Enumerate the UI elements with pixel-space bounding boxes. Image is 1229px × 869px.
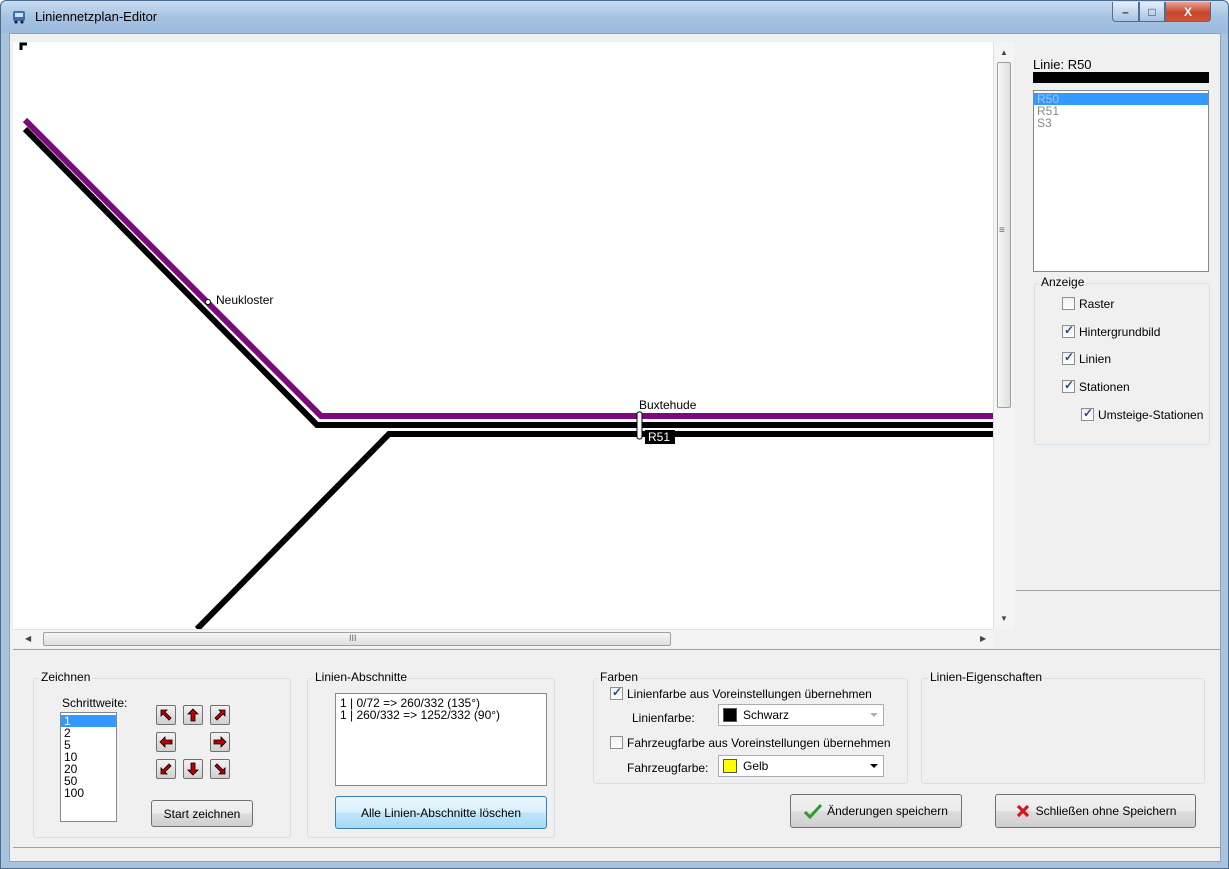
section-list-item[interactable]: 1 | 260/332 => 1252/332 (90°) (336, 709, 546, 721)
move-up-left-button[interactable] (156, 705, 176, 725)
arrow-right-icon (213, 736, 227, 748)
main-window: Liniennetzplan-Editor – □ X Neukloster B… (0, 0, 1229, 869)
abschnitte-group-title: Linien-Abschnitte (313, 670, 410, 684)
title-bar[interactable]: Liniennetzplan-Editor – □ X (1, 1, 1228, 33)
line-color-default-label: Linienfarbe aus Voreinstellungen überneh… (627, 687, 872, 701)
move-left-button[interactable] (156, 732, 176, 752)
arrow-up-left-icon (160, 709, 172, 721)
vehicle-color-default-checkbox[interactable] (610, 736, 623, 749)
vehicle-color-value: Gelb (743, 759, 769, 773)
minimize-button[interactable]: – (1112, 2, 1139, 22)
close-without-saving-button[interactable]: Schließen ohne Speichern (995, 794, 1196, 828)
line-r51[interactable] (194, 431, 993, 629)
farben-group-title: Farben (598, 670, 641, 684)
line-list-item[interactable]: R50 (1034, 93, 1208, 105)
scroll-down-icon[interactable]: ▼ (1000, 614, 1008, 623)
close-button[interactable]: X (1165, 2, 1211, 22)
station-label-buxtehude: Buxtehude (639, 398, 697, 412)
window-title: Liniennetzplan-Editor (35, 9, 158, 24)
arrow-down-icon (187, 762, 199, 776)
line-color-select[interactable]: Schwarz (718, 704, 884, 726)
horizontal-scroll-thumb[interactable]: III (43, 632, 671, 646)
eigenschaften-group-title: Linien-Eigenschaften (928, 670, 1045, 684)
move-down-right-button[interactable] (210, 759, 230, 779)
umsteige-stationen-checkbox[interactable] (1081, 406, 1094, 421)
side-divider (1016, 590, 1220, 591)
line-list-item[interactable]: S3 (1034, 117, 1208, 129)
move-up-right-button[interactable] (210, 705, 230, 725)
arrow-down-right-icon (214, 763, 226, 775)
checkmark-icon (804, 803, 823, 819)
step-list[interactable]: 1 2 5 10 20 50 100 (60, 712, 117, 822)
vertical-scrollbar[interactable]: ▲ ≡ ▼ (993, 42, 1014, 629)
eigenschaften-group (921, 678, 1205, 784)
stationen-label: Stationen (1079, 380, 1130, 394)
move-up-button[interactable] (183, 705, 203, 725)
station-marker-neukloster[interactable] (205, 299, 211, 305)
delete-all-sections-button[interactable]: Alle Linien-Abschnitte löschen (335, 796, 547, 829)
lines-list[interactable]: R50 R51 S3 (1033, 90, 1209, 272)
line-color-default-checkbox[interactable] (610, 685, 623, 700)
vertical-scroll-thumb[interactable]: ≡ (997, 62, 1011, 408)
linien-label: Linien (1079, 352, 1112, 366)
raster-label: Raster (1079, 297, 1115, 311)
line-tag-r51: R51 (648, 430, 670, 444)
vertical-grip-icon: ≡ (999, 225, 1005, 236)
close-button-label: Schließen ohne Speichern (1035, 804, 1177, 818)
vehicle-color-label: Fahrzeugfarbe: (627, 761, 709, 775)
step-list-item[interactable]: 100 (61, 787, 116, 799)
line-color-swatch (723, 708, 737, 722)
bus-icon (13, 11, 25, 24)
scroll-up-icon[interactable]: ▲ (1000, 48, 1008, 57)
stationen-checkbox[interactable] (1062, 378, 1075, 393)
sections-list[interactable]: 1 | 0/72 => 260/332 (135°) 1 | 260/332 =… (335, 693, 547, 786)
linien-checkbox[interactable] (1062, 350, 1075, 365)
hintergrundbild-checkbox[interactable] (1062, 323, 1075, 338)
umsteige-stationen-label: Umsteige-Stationen (1098, 408, 1204, 422)
status-bar (13, 847, 1220, 860)
arrow-down-left-icon (160, 763, 172, 775)
horizontal-scrollbar[interactable]: ◀ III ▶ (13, 629, 993, 648)
red-x-icon (1016, 804, 1029, 818)
horizontal-grip-icon: III (349, 633, 357, 643)
line-color-label: Linienfarbe: (632, 711, 695, 725)
start-drawing-button[interactable]: Start zeichnen (151, 800, 253, 827)
save-button-label: Änderungen speichern (827, 804, 948, 818)
chevron-down-icon (870, 713, 878, 717)
current-line-label: Linie: R50 (1033, 57, 1092, 72)
hintergrundbild-label: Hintergrundbild (1079, 325, 1161, 339)
zeichnen-group-title: Zeichnen (39, 670, 93, 684)
current-line-color-swatch (1033, 72, 1209, 83)
scroll-right-icon[interactable]: ▶ (980, 634, 986, 643)
line-s3[interactable] (22, 117, 993, 419)
maximize-button[interactable]: □ (1139, 2, 1165, 22)
vehicle-color-select[interactable]: Gelb (718, 755, 884, 777)
save-button[interactable]: Änderungen speichern (790, 794, 962, 828)
scroll-left-icon[interactable]: ◀ (25, 634, 31, 643)
move-down-left-button[interactable] (156, 759, 176, 779)
arrow-up-icon (187, 708, 199, 722)
canvas-corner-marker (19, 42, 27, 50)
line-r50[interactable] (22, 126, 993, 428)
line-color-value: Schwarz (743, 708, 790, 722)
arrow-up-right-icon (214, 709, 226, 721)
bottom-divider (13, 649, 1220, 650)
anzeige-group-title: Anzeige (1039, 275, 1087, 289)
chevron-down-icon (870, 764, 878, 768)
move-right-button[interactable] (210, 732, 230, 752)
schrittweite-label: Schrittweite: (62, 696, 128, 710)
raster-checkbox[interactable] (1062, 297, 1075, 310)
vehicle-color-default-label: Fahrzeugfarbe aus Voreinstellungen übern… (627, 736, 891, 750)
arrow-left-icon (159, 736, 173, 748)
station-label-neukloster: Neukloster (216, 293, 273, 307)
move-down-button[interactable] (183, 759, 203, 779)
map-canvas[interactable]: Neukloster Buxtehude R51 (13, 42, 993, 629)
line-list-item[interactable]: R51 (1034, 105, 1208, 117)
vehicle-color-swatch (723, 759, 737, 773)
station-marker-buxtehude[interactable] (636, 411, 643, 440)
